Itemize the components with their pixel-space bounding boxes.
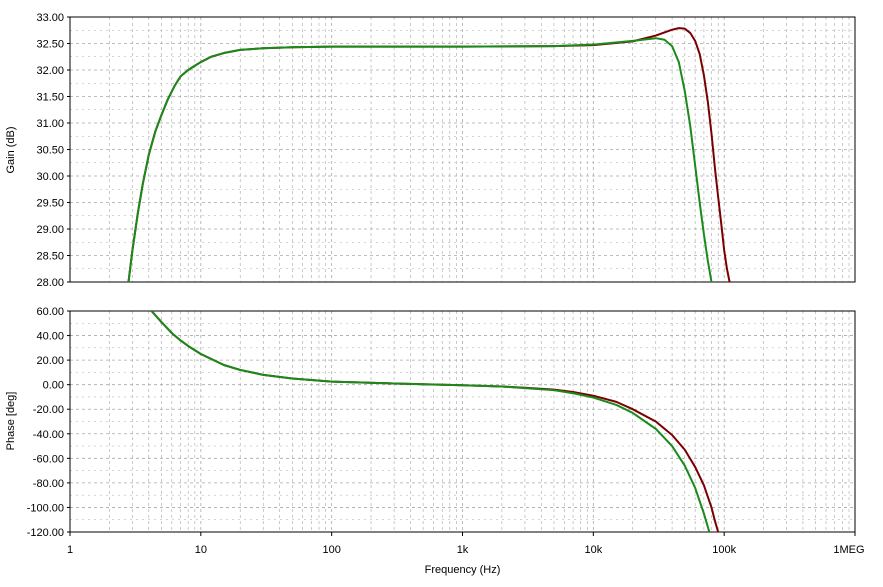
y-tick-label: 32.50 (36, 39, 64, 51)
y-tick-label: 30.50 (36, 145, 64, 157)
series-line-2 (127, 37, 713, 282)
x-tick-label: 1k (457, 544, 469, 556)
y-tick-label: 30.00 (36, 171, 64, 183)
y-tick-label: 40.00 (36, 331, 64, 343)
bode-plot: 28.00 28.50 29.00 29.50 30.00 30.50 31.00 31.50… (5, 12, 865, 576)
y-tick-label: 60.00 (36, 306, 64, 318)
y-tick-label: 29.00 (36, 224, 64, 236)
y-tick-label: 29.50 (36, 198, 64, 210)
y-tick-label: 28.00 (36, 277, 64, 289)
y-tick-label: -100.00 (27, 502, 64, 514)
x-tick-label: 1MEG (833, 544, 864, 556)
y-tick-label: 20.00 (36, 355, 64, 367)
y-tick-label: -60.00 (33, 453, 64, 465)
x-tick-label: 100 (322, 544, 340, 556)
y-tick-label: -40.00 (33, 429, 64, 441)
plot-panel-2: -120.00 -100.00 -80.00 -60.00 -40.00 -20.00 0.… (5, 306, 856, 539)
y-tick-label: -80.00 (33, 478, 64, 490)
x-tick-label: 10k (584, 544, 602, 556)
y-tick-label: -120.00 (27, 527, 64, 539)
series-line-1 (150, 311, 720, 532)
y-tick-label: -20.00 (33, 404, 64, 416)
x-tick-label: 1 (67, 544, 73, 556)
x-tick-label: 10 (195, 544, 207, 556)
y-tick-label: 31.50 (36, 92, 64, 104)
y-axis-label: Gain (dB) (5, 126, 17, 173)
y-axis-label: Phase [deg] (5, 392, 17, 451)
y-tick-label: 32.00 (36, 65, 64, 77)
plot-panel-1: 28.00 28.50 29.00 29.50 30.00 30.50 31.00 31.50… (5, 12, 856, 289)
x-axis-label: Frequency (Hz) (425, 564, 501, 576)
x-tick-label: 100k (712, 544, 736, 556)
series-line-1 (127, 27, 731, 282)
y-tick-label: 0.00 (43, 380, 64, 392)
y-tick-label: 31.00 (36, 118, 64, 130)
y-tick-label: 28.50 (36, 251, 64, 263)
y-tick-label: 33.00 (36, 12, 64, 24)
